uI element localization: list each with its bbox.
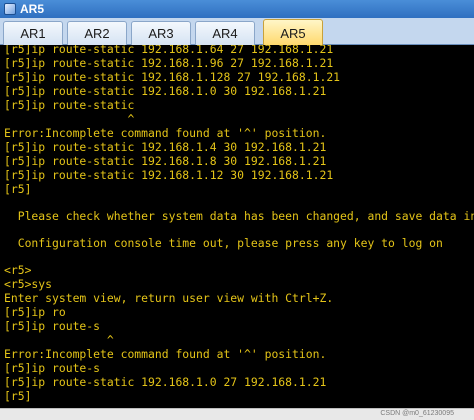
terminal-line: Please check whether system data has bee…: [4, 209, 474, 223]
tab-bar: AR1 AR2 AR3 AR4 AR5: [0, 18, 474, 46]
terminal-line: [r5]ip route-static 192.168.1.12 30 192.…: [4, 168, 334, 182]
terminal-line: Error:Incomplete command found at '^' po…: [4, 126, 327, 140]
terminal-line: [r5]: [4, 389, 32, 403]
terminal-line: <r5>: [4, 263, 32, 277]
watermark: CSDN @m0_61230095: [380, 410, 454, 417]
terminal-line: [r5]ip route-static 192.168.1.96 27 192.…: [4, 56, 334, 70]
terminal-line: <r5>sys: [4, 277, 53, 291]
tab-ar1[interactable]: AR1: [3, 21, 63, 45]
terminal-line: [r5]: [4, 182, 32, 196]
terminal-line: [r5]ip route-s: [4, 319, 101, 333]
terminal-line: Error:Incomplete command found at '^' po…: [4, 347, 327, 361]
terminal-line: Configuration console time out, please p…: [4, 236, 443, 250]
tab-ar3[interactable]: AR3: [131, 21, 191, 45]
terminal-line: [r5]ip route-static 192.168.1.128 27 192…: [4, 70, 341, 84]
terminal-line: [r5]ip route-static 192.168.1.0 27 192.1…: [4, 375, 327, 389]
terminal-line: ^: [4, 333, 114, 347]
terminal-line: [r5]ip route-static 192.168.1.4 30 192.1…: [4, 140, 327, 154]
tab-ar4[interactable]: AR4: [195, 21, 255, 45]
terminal-line: [r5]ip route-s: [4, 361, 101, 375]
window-title: AR5: [20, 2, 45, 16]
terminal-line: ^: [4, 112, 135, 126]
terminal-console[interactable]: [r5]ip route-static 192.168.1.64 27 192.…: [0, 45, 474, 408]
title-bar: AR5: [0, 0, 474, 18]
terminal-line: [r5]ip route-static 192.168.1.8 30 192.1…: [4, 154, 327, 168]
app-icon: [4, 3, 16, 15]
tab-ar2[interactable]: AR2: [67, 21, 127, 45]
terminal-line: Enter system view, return user view with…: [4, 291, 334, 305]
terminal-line: [r5]ip ro: [4, 305, 66, 319]
tab-ar5[interactable]: AR5: [263, 19, 323, 46]
terminal-line: [r5]ip route-static 192.168.1.0 30 192.1…: [4, 84, 327, 98]
terminal-line: [r5]ip route-static: [4, 98, 135, 112]
